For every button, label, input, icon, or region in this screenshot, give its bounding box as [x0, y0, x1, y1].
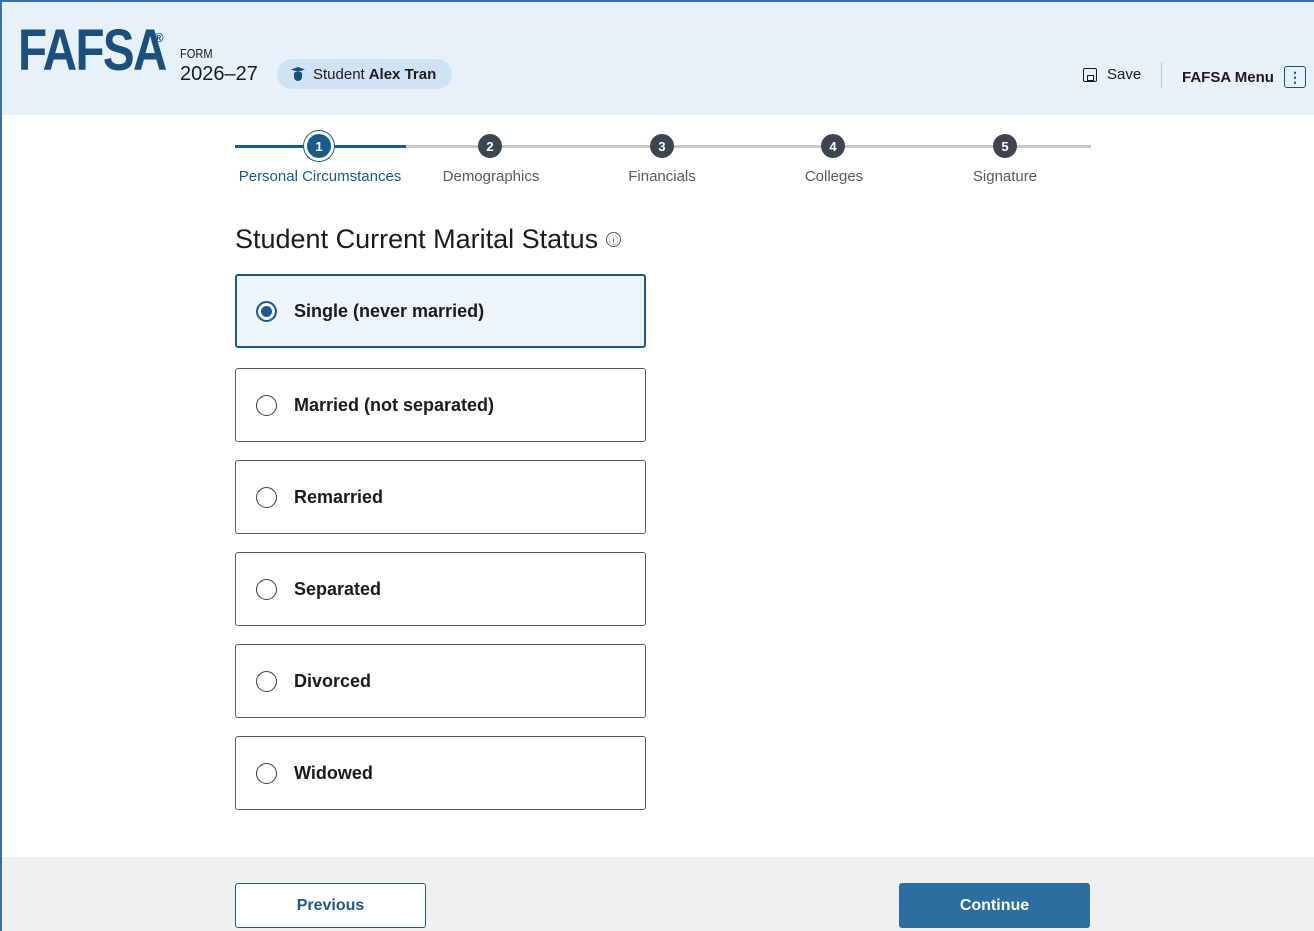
- student-name: Alex Tran: [368, 65, 437, 83]
- form-year: 2026–27: [180, 63, 258, 85]
- question-heading: Student Current Marital Status ⓘ: [235, 224, 622, 255]
- option-label: Widowed: [294, 762, 373, 783]
- header-divider: [1161, 62, 1162, 88]
- student-cap-icon: [291, 67, 305, 81]
- save-icon: [1083, 67, 1097, 82]
- option-label: Single (never married): [294, 300, 485, 321]
- option-married[interactable]: Married (not separated): [235, 368, 646, 442]
- previous-button[interactable]: Previous: [235, 883, 426, 928]
- step-5-label: Signature: [972, 168, 1038, 185]
- option-single[interactable]: Single (never married): [235, 274, 646, 348]
- save-button[interactable]: Save: [1083, 66, 1141, 83]
- fafsa-menu-button[interactable]: FAFSA Menu ⋮: [1182, 66, 1306, 88]
- step-2-indicator: 2: [478, 134, 502, 158]
- step-3-indicator: 3: [650, 134, 674, 158]
- stepper-track-line: [406, 145, 1091, 148]
- registered-mark: ®: [154, 30, 164, 45]
- info-icon[interactable]: ⓘ: [606, 232, 622, 247]
- question-title: Student Current Marital Status: [235, 224, 599, 254]
- step-2-label: Demographics: [442, 168, 540, 185]
- radio-icon[interactable]: [256, 486, 277, 508]
- fafsa-logo[interactable]: FAFSA: [18, 22, 167, 80]
- option-separated[interactable]: Separated: [235, 552, 646, 626]
- radio-icon[interactable]: [256, 394, 277, 416]
- step-3-label: Financials: [628, 168, 696, 185]
- step-4-indicator: 4: [821, 134, 845, 158]
- radio-selected-icon[interactable]: [256, 300, 277, 322]
- form-label: FORM: [180, 46, 213, 61]
- step-1-label: Personal Circumstances: [238, 168, 402, 185]
- radio-icon[interactable]: [256, 762, 277, 784]
- footer-bar: [2, 857, 1314, 931]
- option-divorced[interactable]: Divorced: [235, 644, 646, 718]
- step-5-indicator: 5: [993, 134, 1017, 158]
- option-label: Separated: [294, 578, 382, 599]
- role-label: Student: [313, 65, 365, 83]
- option-remarried[interactable]: Remarried: [235, 460, 646, 534]
- option-widowed[interactable]: Widowed: [235, 736, 646, 810]
- option-label: Married (not separated): [294, 394, 495, 415]
- option-label: Divorced: [294, 670, 372, 691]
- student-role-chip: Student Alex Tran: [277, 59, 452, 89]
- kebab-menu-icon: ⋮: [1283, 66, 1306, 88]
- save-label: Save: [1107, 66, 1142, 83]
- radio-icon[interactable]: [256, 670, 277, 692]
- fafsa-menu-label: FAFSA Menu: [1182, 68, 1274, 86]
- app-header: FAFSA ® FORM 2026–27 Student Alex Tran S…: [2, 2, 1314, 115]
- option-label: Remarried: [294, 486, 384, 507]
- step-4-label: Colleges: [804, 168, 864, 185]
- continue-button[interactable]: Continue: [899, 883, 1090, 928]
- radio-icon[interactable]: [256, 578, 277, 600]
- step-1-indicator: 1: [307, 134, 331, 158]
